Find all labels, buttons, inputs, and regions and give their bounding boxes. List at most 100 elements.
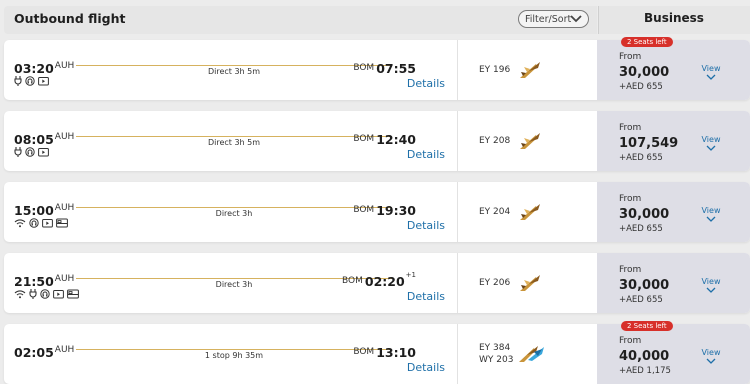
tax: +AED 655 [619, 224, 663, 234]
bed-icon [56, 218, 68, 228]
flight-number: EY 206 [479, 278, 511, 288]
arrival-airport: BOM [353, 63, 375, 73]
etihad-logo [516, 58, 542, 82]
headphones-icon [25, 76, 35, 86]
departure-time: 08:05 [14, 132, 54, 147]
view-button[interactable]: View [701, 277, 721, 293]
departure: 02:05AUH [14, 342, 74, 361]
flight-number: EY 208 [479, 136, 511, 146]
arrival-time: 13:10 [376, 345, 416, 360]
route-line [76, 349, 392, 350]
chevron-down-icon [706, 287, 716, 293]
view-label: View [701, 64, 721, 73]
flight-numbers: EY 196 [479, 64, 510, 76]
flight-number: WY 203 [479, 355, 514, 365]
seats-left-badge: 2 Seats left [621, 321, 673, 331]
details-link[interactable]: Details [407, 148, 445, 161]
duration: 1 stop 9h 35m [204, 351, 264, 360]
from-label: From [619, 194, 642, 204]
flight-number: EY 204 [479, 207, 511, 217]
view-button[interactable]: View [701, 206, 721, 222]
chevron-down-icon [706, 145, 716, 151]
arrival-time: 02:20 [364, 274, 405, 289]
price: 107,549 [619, 136, 679, 151]
amenities [14, 218, 68, 228]
view-label: View [701, 135, 721, 144]
flight-card[interactable]: 02:05AUH 1 stop 9h 35m BOM 13:10 Details … [4, 321, 750, 384]
filter-sort-label: Filter/Sort [525, 13, 572, 25]
route-line [76, 207, 392, 208]
departure-airport: AUH [54, 132, 75, 142]
seats-left-badge: 2 Seats left [621, 37, 673, 47]
from-label: From [619, 336, 642, 346]
arrival-time: 07:55 [376, 61, 416, 76]
view-button[interactable]: View [701, 64, 721, 80]
etihad-logo [516, 271, 542, 295]
power-icon [14, 147, 22, 157]
results-header: Outbound flight Filter/Sort Business [0, 0, 750, 36]
flight-card[interactable]: 21:50AUH Direct 3h BOM 02:20+1 Details EY… [4, 253, 750, 313]
flight-numbers: EY 208 [479, 135, 510, 147]
wifi-icon [14, 289, 26, 299]
route-line [76, 136, 392, 137]
flight-card[interactable]: 15:00AUH Direct 3h BOM 19:30 Details EY 2… [4, 182, 750, 242]
departure-airport: AUH [54, 203, 75, 213]
view-button[interactable]: View [701, 135, 721, 151]
wifi-icon [14, 218, 26, 228]
departure-airport: AUH [54, 345, 75, 355]
arrival-airport: BOM [342, 276, 363, 286]
from-label: From [619, 123, 642, 133]
page-title: Outbound flight [14, 11, 126, 26]
tv-icon [38, 76, 49, 86]
duration: Direct 3h 5m [207, 138, 261, 147]
departure: 08:05AUH [14, 129, 74, 148]
amenities [14, 147, 49, 157]
arrival-airport: BOM [353, 134, 375, 144]
divider [457, 40, 458, 100]
headphones-icon [40, 289, 50, 299]
from-label: From [619, 52, 642, 62]
details-link[interactable]: Details [407, 290, 445, 303]
etihad-logo [516, 200, 542, 224]
departure: 15:00AUH [14, 200, 74, 219]
price: 30,000 [619, 278, 670, 293]
departure-time: 02:05 [14, 345, 54, 360]
bed-icon [67, 289, 79, 299]
arrival-time: 12:40 [376, 132, 416, 147]
details-link[interactable]: Details [407, 77, 445, 90]
view-label: View [701, 348, 721, 357]
departure: 03:20AUH [14, 58, 74, 77]
filter-sort-button[interactable]: Filter/Sort [518, 10, 589, 28]
tax: +AED 655 [619, 82, 663, 92]
flight-number: EY 196 [479, 65, 511, 75]
departure-time: 15:00 [14, 203, 54, 218]
view-button[interactable]: View [701, 348, 721, 364]
arrival: BOM 12:40 [352, 129, 416, 148]
from-label: From [619, 265, 642, 275]
divider [457, 182, 458, 242]
arrival: BOM 02:20+1 [341, 271, 416, 290]
flight-card[interactable]: 03:20AUH Direct 3h 5m BOM 07:55 Details E… [4, 37, 750, 100]
price: 40,000 [619, 349, 670, 364]
chevron-down-icon [570, 15, 582, 23]
etihad-oman-air-logo [516, 342, 544, 366]
arrival: BOM 07:55 [352, 58, 416, 77]
arrival-airport: BOM [353, 205, 375, 215]
details-link[interactable]: Details [407, 219, 445, 232]
details-link[interactable]: Details [407, 361, 445, 374]
arrival: BOM 19:30 [352, 200, 416, 219]
flight-card[interactable]: 08:05AUH Direct 3h 5m BOM 12:40 Details E… [4, 111, 750, 171]
arrival-time: 19:30 [376, 203, 416, 218]
tv-icon [38, 147, 49, 157]
tv-icon [42, 218, 53, 228]
tax: +AED 655 [619, 295, 663, 305]
power-icon [14, 76, 22, 86]
duration: Direct 3h 5m [207, 67, 261, 76]
chevron-down-icon [706, 216, 716, 222]
flight-number: EY 384 [479, 343, 511, 353]
power-icon [29, 289, 37, 299]
departure: 21:50AUH [14, 271, 74, 290]
flight-numbers: EY 384 WY 203 [479, 342, 513, 366]
chevron-down-icon [706, 358, 716, 364]
tax: +AED 1,175 [619, 366, 671, 376]
